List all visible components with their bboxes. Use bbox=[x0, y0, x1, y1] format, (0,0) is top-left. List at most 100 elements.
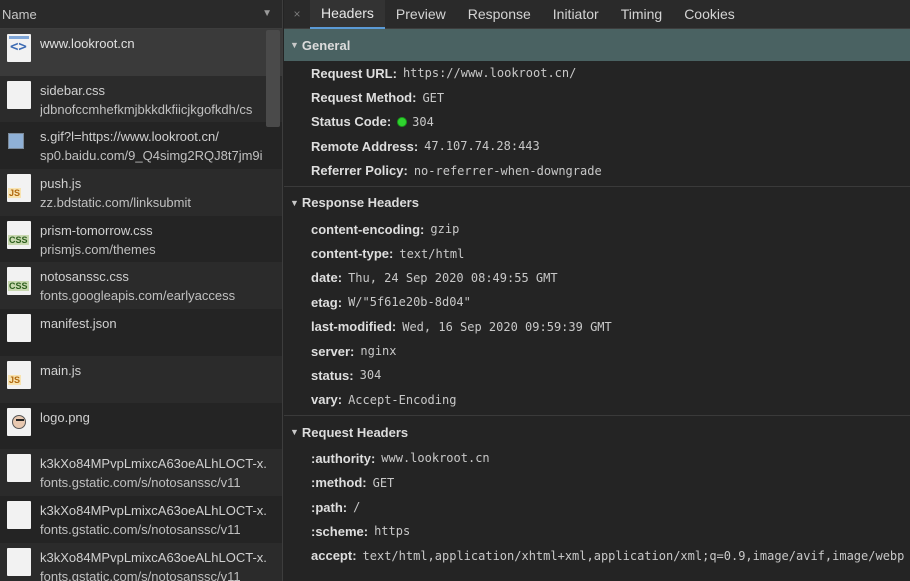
header-row: Referrer Policy: no-referrer-when-downgra… bbox=[284, 159, 910, 183]
header-row: Request URL: https://www.lookroot.cn/ bbox=[284, 61, 910, 85]
request-name: k3kXo84MPvpLmixcA63oeALhLOCT-x. bbox=[40, 549, 267, 565]
request-row[interactable]: logo.png bbox=[0, 403, 282, 450]
header-key: :method: bbox=[311, 475, 367, 491]
tab-cookies[interactable]: Cookies bbox=[673, 0, 746, 29]
response-headers-title: Response Headers bbox=[301, 195, 419, 211]
request-row[interactable]: <> www.lookroot.cn bbox=[0, 29, 282, 76]
request-texts: k3kXo84MPvpLmixcA63oeALhLOCT-x. fonts.gst… bbox=[40, 548, 282, 581]
header-row: vary: Accept-Encoding bbox=[284, 388, 910, 412]
expand-triangle-icon[interactable]: ▼ bbox=[290, 427, 299, 437]
header-value[interactable]: / bbox=[353, 500, 360, 514]
request-headers-header[interactable]: ▼ Request Headers bbox=[284, 418, 910, 446]
request-list-pane: Name ▼ <> www.lookroot.cn sidebar.css jdbno… bbox=[0, 0, 283, 581]
blank-file-icon bbox=[7, 80, 31, 109]
tab-timing[interactable]: Timing bbox=[610, 0, 674, 29]
close-icon[interactable]: × bbox=[284, 7, 310, 21]
header-key: content-encoding: bbox=[311, 221, 425, 237]
sort-triangle-icon[interactable]: ▼ bbox=[262, 8, 272, 19]
header-value[interactable]: nginx bbox=[360, 344, 396, 358]
request-name: k3kXo84MPvpLmixcA63oeALhLOCT-x. bbox=[40, 456, 267, 472]
document-icon: <> bbox=[7, 34, 31, 62]
tab-preview[interactable]: Preview bbox=[385, 0, 457, 29]
js-file-icon: JS bbox=[7, 360, 31, 389]
expand-triangle-icon[interactable]: ▼ bbox=[290, 40, 299, 50]
name-column-header[interactable]: Name ▼ bbox=[0, 0, 282, 29]
expand-triangle-icon[interactable]: ▼ bbox=[290, 198, 299, 208]
header-row: status: 304 bbox=[284, 363, 910, 387]
header-key: vary: bbox=[311, 392, 343, 408]
section-divider bbox=[284, 415, 910, 417]
request-row[interactable]: k3kXo84MPvpLmixcA63oeALhLOCT-x. fonts.gst… bbox=[0, 496, 282, 543]
request-row[interactable]: s.gif?l=https://www.lookroot.cn/sp0.baid… bbox=[0, 122, 282, 169]
request-row[interactable]: JS main.js bbox=[0, 355, 282, 403]
request-headers-title: Request Headers bbox=[301, 424, 409, 440]
request-row[interactable]: CSS notosanssc.css fonts.googleapis.com/ea… bbox=[0, 262, 282, 310]
request-row[interactable]: JS push.js zz.bdstatic.com/linksubmit bbox=[0, 169, 282, 216]
header-key: date: bbox=[311, 270, 343, 286]
header-key: Referrer Policy: bbox=[311, 163, 408, 179]
request-texts: k3kXo84MPvpLmixcA63oeALhLOCT-x. fonts.gst… bbox=[40, 501, 282, 539]
header-value[interactable]: Wed, 16 Sep 2020 09:59:39 GMT bbox=[402, 320, 612, 334]
header-value[interactable]: 304 bbox=[412, 115, 434, 129]
header-value[interactable]: 47.107.74.28:443 bbox=[424, 139, 540, 153]
header-value[interactable]: Thu, 24 Sep 2020 08:49:55 GMT bbox=[348, 271, 558, 285]
request-texts: logo.png bbox=[40, 408, 282, 427]
request-headers-section: ▼ Request Headers :authority: www.lookroo… bbox=[284, 418, 910, 568]
request-domain: sp0.baidu.com/9_Q4simg2RQJ8t7jm9i bbox=[40, 148, 263, 164]
tab-headers[interactable]: Headers bbox=[310, 0, 385, 29]
section-divider bbox=[284, 185, 910, 187]
header-value[interactable]: GET bbox=[373, 476, 395, 490]
response-headers-section: ▼ Response Headers content-encoding: gzip… bbox=[284, 189, 910, 412]
header-value[interactable]: Accept-Encoding bbox=[348, 393, 456, 407]
header-row: :authority: www.lookroot.cn bbox=[284, 446, 910, 470]
request-texts: s.gif?l=https://www.lookroot.cn/sp0.baid… bbox=[40, 127, 282, 165]
header-value[interactable]: gzip bbox=[430, 222, 459, 236]
header-value[interactable]: 304 bbox=[360, 368, 382, 382]
header-row: accept: text/html,application/xhtml+xml,a… bbox=[284, 544, 910, 568]
request-texts: k3kXo84MPvpLmixcA63oeALhLOCT-x. fonts.gst… bbox=[40, 454, 282, 492]
request-texts: main.js bbox=[40, 361, 282, 380]
request-name: logo.png bbox=[40, 409, 90, 425]
css-file-icon: CSS bbox=[7, 267, 31, 296]
request-name: main.js bbox=[40, 362, 82, 378]
header-value[interactable]: GET bbox=[422, 91, 444, 105]
request-texts: www.lookroot.cn bbox=[40, 34, 282, 53]
request-row[interactable]: sidebar.css jdbnofccmhefkmjbkkdkfiicjkgof… bbox=[0, 75, 282, 123]
header-row: :scheme: https bbox=[284, 519, 910, 543]
header-key: server: bbox=[311, 343, 355, 359]
request-texts: manifest.json bbox=[40, 314, 282, 333]
general-section-header[interactable]: ▼ General bbox=[284, 29, 910, 61]
headers-pane: × Headers Preview Response Initiator Timing C… bbox=[284, 0, 910, 581]
header-row: last-modified: Wed, 16 Sep 2020 09:59:39 … bbox=[284, 315, 910, 339]
header-value[interactable]: https bbox=[374, 524, 410, 538]
header-value[interactable]: https://www.lookroot.cn/ bbox=[403, 66, 576, 80]
header-value[interactable]: no-referrer-when-downgrade bbox=[414, 164, 602, 178]
header-value[interactable]: text/html bbox=[399, 247, 464, 261]
request-name: k3kXo84MPvpLmixcA63oeALhLOCT-x. bbox=[40, 502, 267, 518]
list-scrollbar[interactable] bbox=[266, 30, 280, 127]
header-row: Status Code: 304 bbox=[284, 110, 910, 134]
request-name: prism-tomorrow.css bbox=[40, 222, 153, 238]
response-headers-header[interactable]: ▼ Response Headers bbox=[284, 189, 910, 217]
header-row: Request Method: GET bbox=[284, 85, 910, 109]
header-row: etag: W/"5f61e20b-8d04" bbox=[284, 290, 910, 314]
request-domain: prismjs.com/themes bbox=[40, 241, 156, 257]
header-key: :scheme: bbox=[311, 523, 369, 539]
general-section: ▼ General Request URL: https://www.lookro… bbox=[284, 29, 910, 183]
request-row[interactable]: k3kXo84MPvpLmixcA63oeALhLOCT-x. fonts.gst… bbox=[0, 542, 282, 581]
request-row[interactable]: k3kXo84MPvpLmixcA63oeALhLOCT-x. fonts.gst… bbox=[0, 449, 282, 496]
header-value[interactable]: www.lookroot.cn bbox=[381, 451, 489, 465]
image-file-icon bbox=[7, 407, 31, 436]
header-value[interactable]: text/html,application/xhtml+xml,applicat… bbox=[363, 549, 905, 563]
header-key: :authority: bbox=[311, 450, 376, 466]
header-row: Remote Address: 47.107.74.28:443 bbox=[284, 134, 910, 158]
tab-response[interactable]: Response bbox=[457, 0, 542, 29]
status-ok-dot-icon bbox=[397, 116, 408, 127]
blank-file-icon bbox=[7, 314, 31, 343]
header-value[interactable]: W/"5f61e20b-8d04" bbox=[348, 295, 471, 309]
request-row[interactable]: manifest.json bbox=[0, 309, 282, 356]
header-key: Status Code: bbox=[311, 114, 392, 130]
tab-initiator[interactable]: Initiator bbox=[542, 0, 610, 29]
request-row[interactable]: CSS prism-tomorrow.css prismjs.com/themes bbox=[0, 216, 282, 263]
request-domain: jdbnofccmhefkmjbkkdkfiicjkgofkdh/cs bbox=[40, 101, 253, 117]
